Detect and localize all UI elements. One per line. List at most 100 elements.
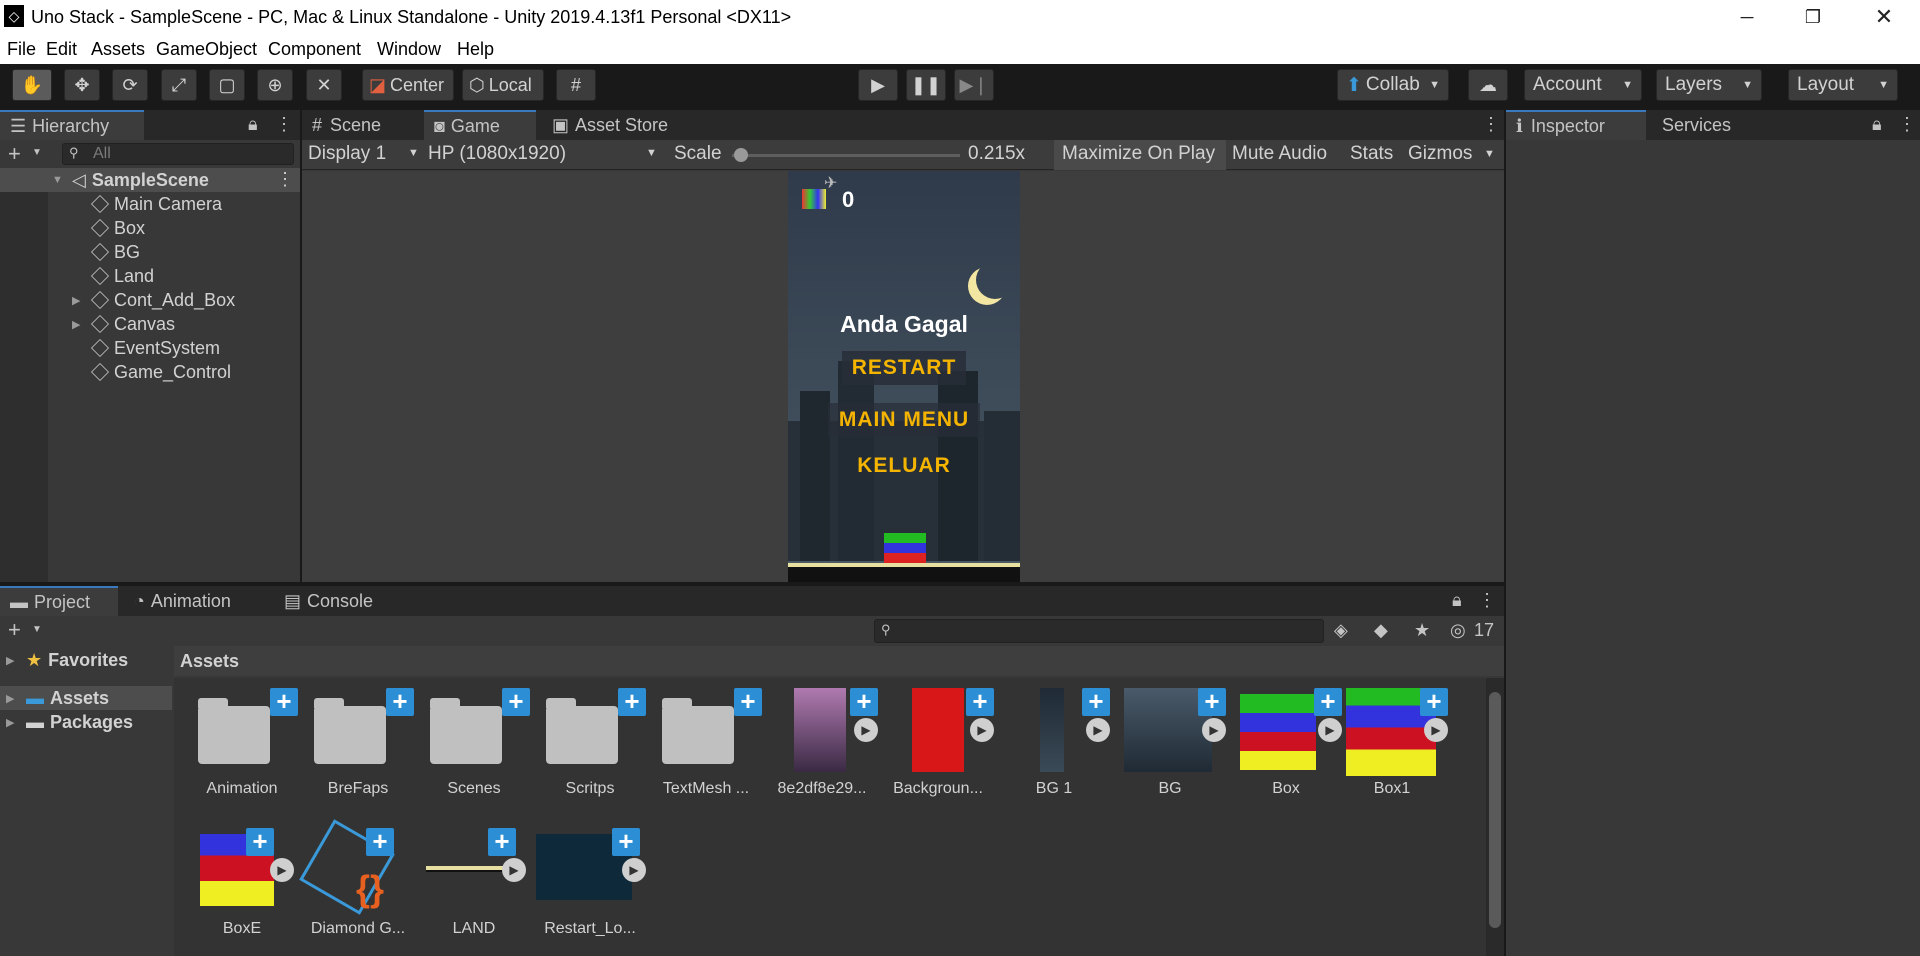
scale-slider-handle[interactable] bbox=[734, 148, 748, 162]
more-icon[interactable]: ⋮ bbox=[1898, 114, 1916, 135]
play-icon[interactable]: ▶ bbox=[502, 858, 526, 882]
play-icon[interactable]: ▶ bbox=[854, 718, 878, 742]
menu-assets[interactable]: Assets bbox=[91, 39, 145, 60]
asset-folder-brefaps[interactable]: + BreFaps bbox=[302, 688, 414, 814]
breadcrumb-assets[interactable]: Assets bbox=[180, 651, 239, 672]
play-icon[interactable]: ▶ bbox=[622, 858, 646, 882]
play-button[interactable]: ▶ bbox=[858, 69, 898, 101]
keluar-button[interactable]: KELUAR bbox=[848, 449, 960, 483]
scale-tool-icon[interactable]: ⤢ bbox=[161, 69, 197, 101]
collab-dropdown[interactable]: ⬆ Collab ▼ bbox=[1337, 69, 1449, 101]
tree-assets[interactable]: ▶ ▬ Assets bbox=[0, 686, 172, 710]
asset-folder-animation[interactable]: + Animation bbox=[186, 688, 298, 814]
tab-inspector[interactable]: ℹ Inspector bbox=[1506, 110, 1646, 140]
asset-image-box[interactable]: + ▶ Box bbox=[1230, 688, 1342, 814]
add-icon[interactable]: + bbox=[850, 688, 878, 716]
main-menu-button[interactable]: MAIN MENU bbox=[828, 403, 980, 437]
tab-hierarchy[interactable]: ☰ Hierarchy bbox=[0, 110, 144, 140]
lock-icon[interactable]: 🔒︎ bbox=[1872, 114, 1882, 135]
hidden-eye-icon[interactable]: ◎ bbox=[1450, 620, 1466, 641]
tree-packages[interactable]: ▶ ▬ Packages bbox=[0, 710, 172, 734]
move-tool-icon[interactable]: ✥ bbox=[64, 69, 100, 101]
add-icon[interactable]: + bbox=[1314, 688, 1342, 716]
play-icon[interactable]: ▶ bbox=[1086, 718, 1110, 742]
add-icon[interactable]: + bbox=[8, 617, 21, 643]
more-icon[interactable]: ⋮ bbox=[1478, 590, 1496, 611]
pause-button[interactable]: ❚❚ bbox=[906, 69, 946, 101]
hierarchy-search-input[interactable]: ⚲ All bbox=[62, 143, 294, 165]
rotate-tool-icon[interactable]: ⟳ bbox=[112, 69, 148, 101]
layout-dropdown[interactable]: Layout ▼ bbox=[1788, 69, 1898, 101]
asset-image-land[interactable]: + ▶ LAND bbox=[418, 828, 530, 954]
step-button[interactable]: ▶❘ bbox=[954, 69, 994, 101]
tab-project[interactable]: ▬ Project bbox=[0, 586, 118, 616]
pivot-local-button[interactable]: ⬡ Local bbox=[462, 69, 544, 101]
add-icon[interactable]: + bbox=[8, 141, 21, 167]
rect-tool-icon[interactable]: ▢ bbox=[209, 69, 245, 101]
lock-icon[interactable]: 🔒︎ bbox=[1452, 590, 1462, 611]
add-icon[interactable]: + bbox=[734, 688, 762, 716]
menu-file[interactable]: File bbox=[7, 39, 36, 60]
hierarchy-item-game-control[interactable]: Game_Control bbox=[0, 360, 300, 384]
add-icon[interactable]: + bbox=[488, 828, 516, 856]
play-icon[interactable]: ▶ bbox=[970, 718, 994, 742]
add-icon[interactable]: + bbox=[1082, 688, 1110, 716]
hierarchy-item-main-camera[interactable]: Main Camera bbox=[0, 192, 300, 216]
add-icon[interactable]: + bbox=[366, 828, 394, 856]
hierarchy-item-box[interactable]: Box bbox=[0, 216, 300, 240]
hierarchy-item-cont-add-box[interactable]: ▶ Cont_Add_Box bbox=[0, 288, 300, 312]
layers-dropdown[interactable]: Layers ▼ bbox=[1656, 69, 1762, 101]
play-icon[interactable]: ▶ bbox=[1318, 718, 1342, 742]
asset-image-box1[interactable]: + ▶ Box1 bbox=[1346, 688, 1458, 814]
asset-image-background[interactable]: + ▶ Backgroun... bbox=[882, 688, 994, 814]
asset-scrollbar[interactable] bbox=[1486, 678, 1504, 956]
close-icon[interactable]: ✕ bbox=[1855, 0, 1913, 34]
asset-image-8e2df[interactable]: + ▶ 8e2df8e29... bbox=[766, 688, 878, 814]
maximize-on-play-toggle[interactable]: Maximize On Play bbox=[1054, 140, 1226, 170]
scene-row[interactable]: ▼ ◁ SampleScene ⋮ bbox=[0, 168, 300, 192]
asset-folder-textmesh[interactable]: + TextMesh ... bbox=[650, 688, 762, 814]
add-icon[interactable]: + bbox=[246, 828, 274, 856]
display-dropdown[interactable]: Display 1 ▼ bbox=[308, 143, 420, 167]
asset-image-bg1[interactable]: + ▶ BG 1 bbox=[998, 688, 1110, 814]
tab-asset-store[interactable]: ▣ Asset Store bbox=[542, 110, 682, 140]
hierarchy-item-bg[interactable]: BG bbox=[0, 240, 300, 264]
add-icon[interactable]: + bbox=[618, 688, 646, 716]
tab-game[interactable]: ◙ Game bbox=[424, 110, 536, 140]
stats-toggle[interactable]: Stats bbox=[1350, 143, 1393, 165]
tab-animation[interactable]: ◔ Animation bbox=[124, 586, 258, 616]
account-dropdown[interactable]: Account ▼ bbox=[1524, 69, 1642, 101]
play-icon[interactable]: ▶ bbox=[270, 858, 294, 882]
pivot-center-button[interactable]: ◪ Center bbox=[362, 69, 454, 101]
mute-audio-toggle[interactable]: Mute Audio bbox=[1232, 143, 1327, 165]
game-more-icon[interactable]: ⋮ bbox=[1482, 114, 1500, 135]
star-icon[interactable]: ★ bbox=[1414, 620, 1430, 641]
play-icon[interactable]: ▶ bbox=[1202, 718, 1226, 742]
menu-window[interactable]: Window bbox=[377, 39, 441, 60]
asset-folder-scenes[interactable]: + Scenes bbox=[418, 688, 530, 814]
asset-image-boxe[interactable]: + ▶ BoxE bbox=[186, 828, 298, 954]
menu-component[interactable]: Component bbox=[268, 39, 361, 60]
project-search-input[interactable]: ⚲ bbox=[874, 619, 1324, 643]
asset-image-restart-logo[interactable]: + ▶ Restart_Lo... bbox=[534, 828, 646, 954]
hand-tool-icon[interactable]: ✋ bbox=[12, 69, 52, 101]
lock-icon[interactable]: 🔒︎ bbox=[248, 114, 258, 135]
tab-console[interactable]: ▤ Console bbox=[274, 586, 390, 616]
asset-script-diamond[interactable]: {} + Diamond G... bbox=[299, 819, 414, 954]
label-tag-icon[interactable]: ◆ bbox=[1374, 620, 1388, 641]
add-icon[interactable]: + bbox=[386, 688, 414, 716]
add-icon[interactable]: + bbox=[1198, 688, 1226, 716]
tab-services[interactable]: Services bbox=[1652, 110, 1752, 140]
menu-edit[interactable]: Edit bbox=[46, 39, 77, 60]
filter-type-icon[interactable]: ◈ bbox=[1334, 620, 1348, 641]
minimize-icon[interactable]: ─ bbox=[1718, 0, 1776, 34]
resolution-dropdown[interactable]: HP (1080x1920) ▼ bbox=[428, 143, 668, 167]
add-icon[interactable]: + bbox=[612, 828, 640, 856]
grid-snap-icon[interactable]: # bbox=[556, 69, 596, 101]
scale-slider[interactable] bbox=[732, 154, 960, 157]
scrollbar-thumb[interactable] bbox=[1489, 692, 1501, 928]
scene-more-icon[interactable]: ⋮ bbox=[276, 169, 294, 190]
play-icon[interactable]: ▶ bbox=[1424, 718, 1448, 742]
menu-gameobject[interactable]: GameObject bbox=[156, 39, 257, 60]
asset-image-bg[interactable]: + ▶ BG bbox=[1114, 688, 1226, 814]
